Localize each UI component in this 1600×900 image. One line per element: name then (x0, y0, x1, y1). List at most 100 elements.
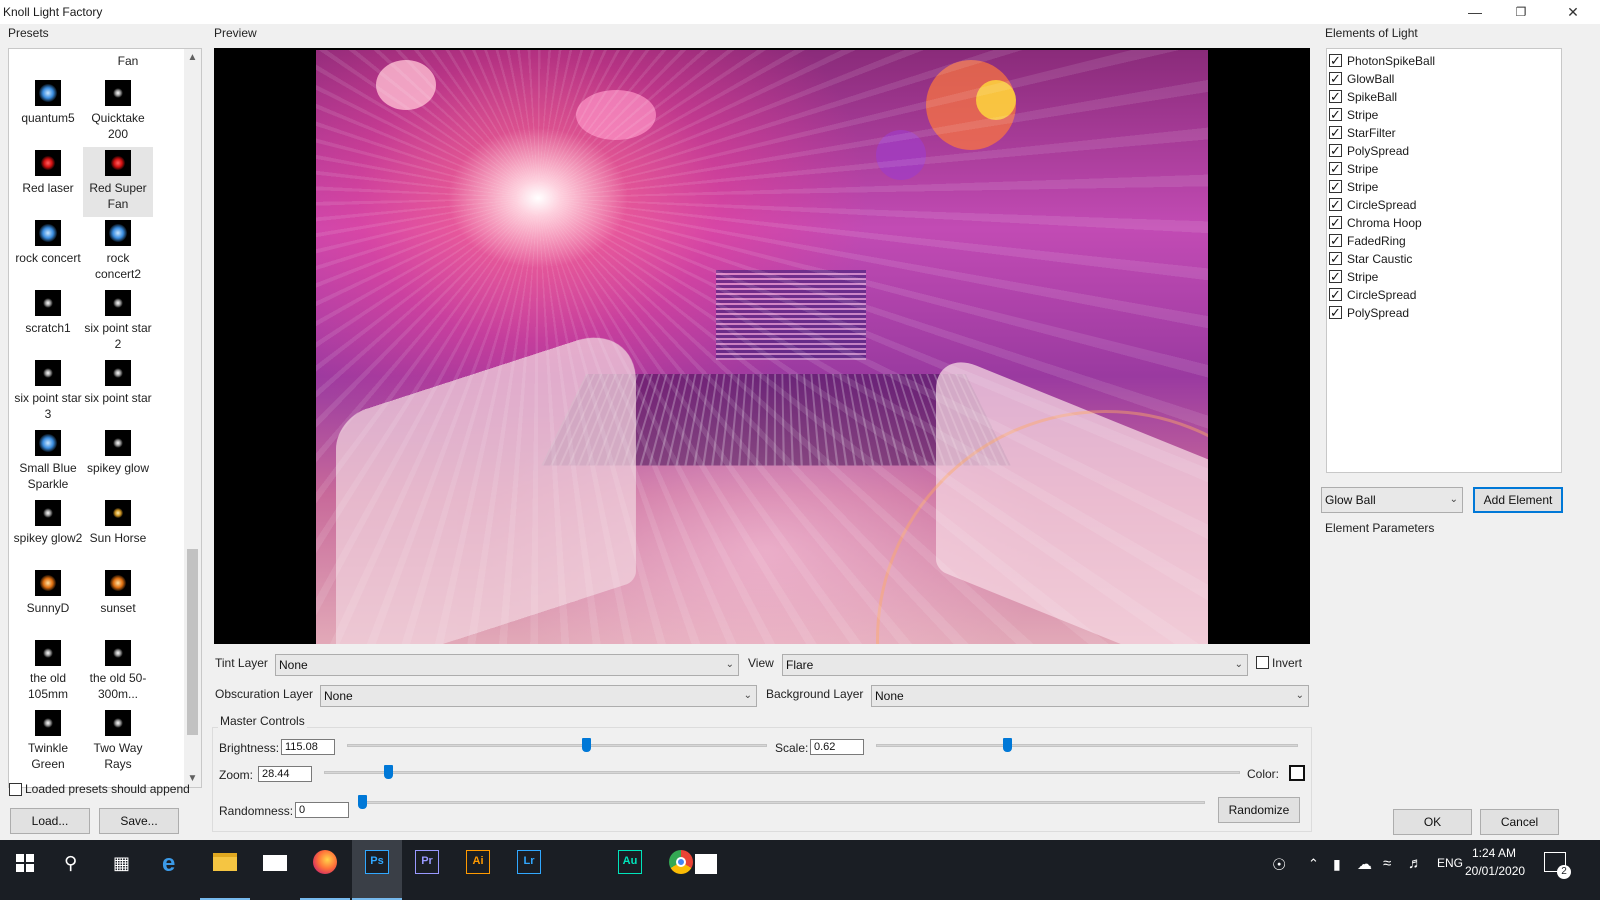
element-checkbox[interactable] (1329, 144, 1342, 157)
randomize-button[interactable]: Randomize (1218, 797, 1300, 823)
randomness-slider-track[interactable] (362, 801, 1205, 804)
scale-label: Scale: (775, 741, 808, 755)
preset-item[interactable]: Twinkle Green (13, 707, 83, 777)
preset-item[interactable]: rock concert2 (83, 217, 153, 287)
view-select[interactable]: Flare ⌄ (782, 654, 1248, 676)
restore-button[interactable]: ❐ (1498, 0, 1544, 24)
randomness-input[interactable]: 0 (295, 802, 349, 818)
notifications-icon[interactable]: 2 (1544, 852, 1566, 872)
taskbar-mail[interactable] (250, 840, 300, 900)
preset-item[interactable]: Two Way Rays (83, 707, 153, 777)
load-button[interactable]: Load... (10, 808, 90, 834)
element-checkbox[interactable] (1329, 90, 1342, 103)
preset-item[interactable]: six point star (83, 357, 153, 427)
volume-icon[interactable]: ♬ (1408, 855, 1423, 872)
element-checkbox[interactable] (1329, 288, 1342, 301)
preset-item[interactable]: Red laser (13, 147, 83, 217)
preset-item[interactable]: sunset (83, 567, 153, 637)
preset-label: spikey glow2 (14, 531, 83, 545)
taskbar-edge[interactable]: e (148, 840, 198, 900)
element-checkbox[interactable] (1329, 54, 1342, 67)
tint-layer-select[interactable]: None ⌄ (275, 654, 739, 676)
taskbar-store[interactable] (682, 840, 732, 900)
element-label: Stripe (1347, 160, 1378, 178)
preset-item[interactable]: Quicktake 200 (83, 77, 153, 147)
cancel-button[interactable]: Cancel (1480, 809, 1559, 835)
element-checkbox[interactable] (1329, 72, 1342, 85)
color-swatch[interactable] (1289, 765, 1305, 781)
element-checkbox[interactable] (1329, 234, 1342, 247)
obscuration-layer-select[interactable]: None ⌄ (320, 685, 757, 707)
preset-item[interactable]: rock concert (13, 217, 83, 287)
brightness-label: Brightness: (219, 741, 279, 755)
preset-item[interactable]: Small Blue Sparkle (13, 427, 83, 497)
scale-slider-handle[interactable] (1003, 738, 1012, 752)
scale-input[interactable]: 0.62 (810, 739, 864, 755)
view-value: Flare (786, 658, 813, 672)
brightness-slider-track[interactable] (347, 744, 767, 747)
start-button[interactable] (0, 840, 50, 900)
element-checkbox[interactable] (1329, 198, 1342, 211)
background-layer-select[interactable]: None ⌄ (871, 685, 1309, 707)
element-checkbox[interactable] (1329, 180, 1342, 193)
preset-item[interactable]: six point star 2 (83, 287, 153, 357)
taskbar-firefox[interactable] (300, 840, 350, 900)
preset-item[interactable]: Sun Horse (83, 497, 153, 567)
scale-slider-track[interactable] (876, 744, 1298, 747)
search-button[interactable]: ⚲ (48, 840, 98, 900)
element-checkbox[interactable] (1329, 270, 1342, 283)
append-checkbox[interactable] (9, 783, 22, 796)
add-element-button[interactable]: Add Element (1473, 487, 1563, 513)
preset-item[interactable]: Red Super Fan (83, 147, 153, 217)
element-checkbox[interactable] (1329, 216, 1342, 229)
brightness-input[interactable]: 115.08 (281, 739, 335, 755)
clock-time[interactable]: 1:24 AM (1472, 846, 1516, 860)
task-view-button[interactable]: ▦ (98, 840, 148, 900)
cloud-icon[interactable]: ☁ (1357, 855, 1372, 873)
preset-item[interactable]: the old 105mm (13, 637, 83, 707)
zoom-input[interactable]: 28.44 (258, 766, 312, 782)
zoom-slider-handle[interactable] (384, 765, 393, 779)
master-controls-group (212, 727, 1312, 832)
preset-item[interactable]: six point star 3 (13, 357, 83, 427)
minimize-button[interactable]: — (1452, 0, 1498, 24)
taskbar-explorer[interactable] (200, 840, 250, 900)
presets-list[interactable]: Fan quantum5 Quicktake 200 Red laser Red Su… (8, 48, 202, 788)
randomness-slider-handle[interactable] (358, 795, 367, 809)
element-checkbox[interactable] (1329, 306, 1342, 319)
preset-item[interactable]: the old 50-300m... (83, 637, 153, 707)
save-button[interactable]: Save... (99, 808, 179, 834)
taskbar-photoshop[interactable]: Ps (352, 840, 402, 900)
taskbar-audition[interactable]: Au (605, 840, 655, 900)
chevron-up-icon[interactable]: ⌃ (1308, 856, 1319, 872)
taskbar-lightroom[interactable]: Lr (504, 840, 554, 900)
element-checkbox[interactable] (1329, 126, 1342, 139)
close-button[interactable]: ✕ (1550, 0, 1596, 24)
elements-list[interactable]: PhotonSpikeBall GlowBall SpikeBall Stripe St… (1326, 48, 1562, 473)
element-type-select[interactable]: Glow Ball ⌄ (1321, 487, 1463, 513)
scroll-up-icon[interactable]: ▲ (184, 49, 201, 66)
presets-scrollbar[interactable]: ▲ ▼ (184, 49, 201, 787)
preset-item[interactable]: spikey glow2 (13, 497, 83, 567)
preset-item[interactable]: spikey glow (83, 427, 153, 497)
clock-date[interactable]: 20/01/2020 (1465, 864, 1525, 878)
people-icon[interactable]: ☉ (1272, 855, 1286, 875)
preset-item[interactable]: quantum5 (13, 77, 83, 147)
scroll-thumb[interactable] (187, 549, 198, 735)
element-checkbox[interactable] (1329, 108, 1342, 121)
brightness-slider-handle[interactable] (582, 738, 591, 752)
language-indicator[interactable]: ENG (1437, 856, 1463, 870)
taskbar-illustrator[interactable]: Ai (453, 840, 503, 900)
preset-partial[interactable]: Fan (93, 48, 163, 69)
preview-canvas[interactable] (214, 48, 1310, 644)
invert-checkbox[interactable] (1256, 656, 1269, 669)
taskbar-premiere[interactable]: Pr (402, 840, 452, 900)
preset-item[interactable]: scratch1 (13, 287, 83, 357)
preset-item[interactable]: SunnyD (13, 567, 83, 637)
zoom-slider-track[interactable] (324, 771, 1240, 774)
element-checkbox[interactable] (1329, 162, 1342, 175)
element-checkbox[interactable] (1329, 252, 1342, 265)
ok-button[interactable]: OK (1393, 809, 1472, 835)
battery-icon[interactable]: ▮ (1333, 856, 1341, 873)
wifi-icon[interactable]: ≈ (1383, 855, 1391, 872)
